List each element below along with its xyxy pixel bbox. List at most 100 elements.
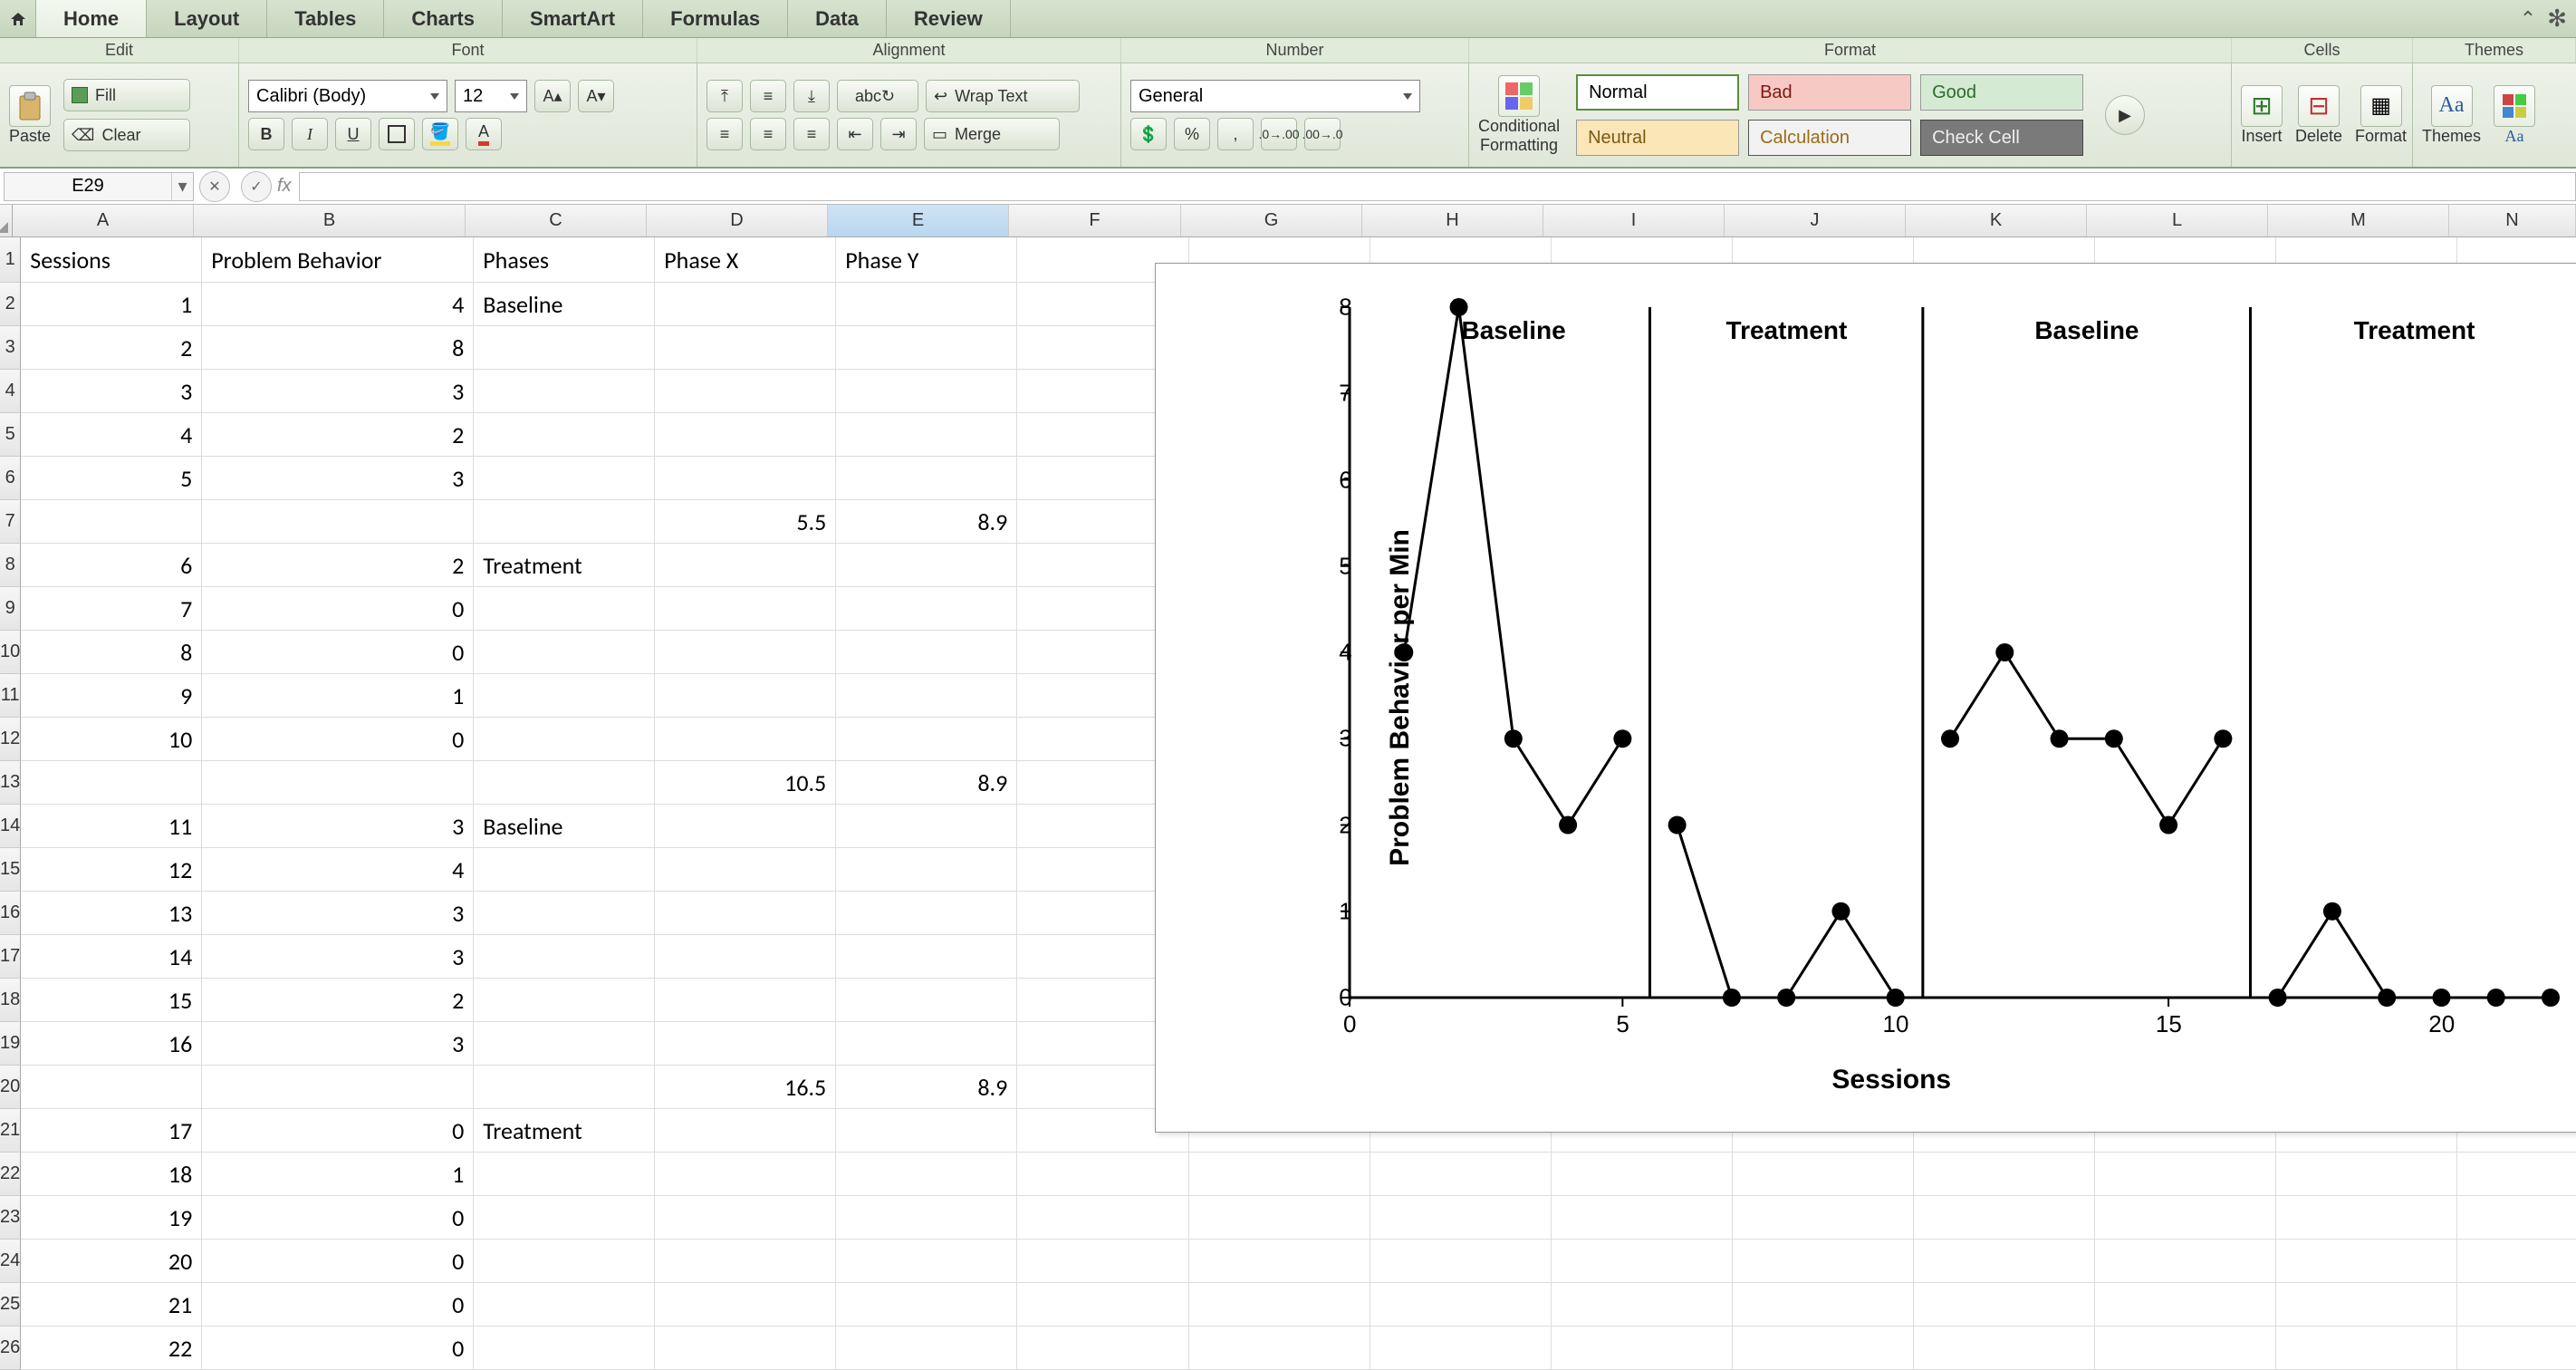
cell[interactable] — [836, 587, 1017, 631]
cell[interactable]: 7 — [21, 587, 202, 631]
cell[interactable] — [655, 935, 836, 979]
cell[interactable] — [474, 326, 655, 370]
cell[interactable]: 0 — [202, 631, 474, 674]
cell[interactable] — [1733, 1283, 1914, 1327]
cell[interactable]: 0 — [202, 1196, 474, 1240]
cell[interactable]: 13 — [21, 892, 202, 935]
cell[interactable] — [655, 544, 836, 587]
cell[interactable] — [474, 370, 655, 413]
cell[interactable]: 8.9 — [836, 500, 1017, 544]
cell[interactable]: Treatment — [474, 544, 655, 587]
style-bad[interactable]: Bad — [1748, 74, 1911, 111]
cell[interactable] — [474, 500, 655, 544]
embedded-chart[interactable]: Problem Behavior per Min Sessions 012345… — [1155, 263, 2576, 1133]
cell[interactable] — [836, 1153, 1017, 1196]
cell[interactable] — [2276, 1153, 2457, 1196]
select-all-corner[interactable] — [0, 205, 13, 236]
cell[interactable]: 3 — [202, 935, 474, 979]
cell[interactable] — [474, 761, 655, 805]
cell[interactable]: 6 — [21, 544, 202, 587]
cell[interactable] — [836, 413, 1017, 457]
cell[interactable] — [836, 544, 1017, 587]
cell[interactable] — [474, 718, 655, 761]
cell[interactable] — [2457, 1283, 2576, 1327]
cell[interactable] — [474, 1022, 655, 1066]
cell[interactable] — [836, 892, 1017, 935]
format-cells-button[interactable]: ▦ — [2360, 85, 2402, 127]
row-header[interactable]: 3 — [0, 326, 21, 370]
cell[interactable] — [836, 631, 1017, 674]
cell[interactable]: Phase X — [655, 237, 836, 283]
tab-tables[interactable]: Tables — [267, 0, 384, 37]
cell[interactable] — [2276, 1196, 2457, 1240]
cell[interactable]: 3 — [202, 457, 474, 500]
cell[interactable] — [21, 1066, 202, 1109]
cell[interactable] — [2095, 1240, 2276, 1283]
cell[interactable] — [836, 718, 1017, 761]
cell[interactable] — [2457, 1196, 2576, 1240]
name-box-dropdown[interactable]: ▾ — [171, 173, 193, 200]
currency-button[interactable]: 💲 — [1130, 118, 1167, 150]
column-header-A[interactable]: A — [13, 205, 194, 236]
row-header[interactable]: 18 — [0, 979, 21, 1022]
column-header-M[interactable]: M — [2268, 205, 2449, 236]
ribbon-collapse-button[interactable]: ⌃ — [2520, 7, 2536, 31]
cell[interactable] — [474, 1196, 655, 1240]
cell[interactable]: 2 — [21, 326, 202, 370]
cell[interactable] — [1552, 1283, 1733, 1327]
cell[interactable]: Baseline — [474, 805, 655, 848]
cell[interactable]: 20 — [21, 1240, 202, 1283]
cell[interactable]: 16 — [21, 1022, 202, 1066]
style-normal[interactable]: Normal — [1576, 74, 1739, 111]
column-header-L[interactable]: L — [2087, 205, 2268, 236]
cell[interactable]: 16.5 — [655, 1066, 836, 1109]
comma-button[interactable]: , — [1217, 118, 1254, 150]
cell[interactable] — [655, 805, 836, 848]
cell[interactable]: 17 — [21, 1109, 202, 1153]
cell[interactable] — [655, 848, 836, 892]
align-bottom-button[interactable]: ⤓ — [793, 80, 830, 112]
cell[interactable] — [836, 283, 1017, 326]
row-header[interactable]: 11 — [0, 674, 21, 718]
percent-button[interactable]: % — [1174, 118, 1210, 150]
grow-font-button[interactable]: A▴ — [534, 80, 571, 112]
align-middle-button[interactable]: ≡ — [750, 80, 786, 112]
cell[interactable] — [2457, 1240, 2576, 1283]
column-header-C[interactable]: C — [466, 205, 647, 236]
cell[interactable] — [474, 1240, 655, 1283]
cell[interactable]: 2 — [202, 413, 474, 457]
cell[interactable] — [836, 370, 1017, 413]
row-header[interactable]: 12 — [0, 718, 21, 761]
column-header-B[interactable]: B — [194, 205, 466, 236]
indent-left-button[interactable]: ⇤ — [837, 118, 873, 150]
row-header[interactable]: 16 — [0, 892, 21, 935]
column-header-N[interactable]: N — [2449, 205, 2576, 236]
clear-button[interactable]: ⌫ Clear — [63, 119, 190, 151]
cell[interactable] — [836, 805, 1017, 848]
row-header[interactable]: 14 — [0, 805, 21, 848]
row-header[interactable]: 6 — [0, 457, 21, 500]
name-box[interactable]: E29 ▾ — [4, 172, 194, 201]
tab-formulas[interactable]: Formulas — [643, 0, 788, 37]
cell[interactable] — [474, 674, 655, 718]
cell[interactable] — [1733, 1327, 1914, 1370]
row-header[interactable]: 20 — [0, 1066, 21, 1109]
row-header[interactable]: 8 — [0, 544, 21, 587]
cell[interactable] — [836, 979, 1017, 1022]
cell[interactable] — [2095, 1283, 2276, 1327]
cell[interactable] — [1914, 1240, 2095, 1283]
cell[interactable] — [655, 457, 836, 500]
column-header-K[interactable]: K — [1906, 205, 2087, 236]
cell[interactable] — [202, 1066, 474, 1109]
cell[interactable] — [202, 761, 474, 805]
merge-button[interactable]: ▭ Merge — [924, 118, 1060, 150]
column-header-F[interactable]: F — [1009, 205, 1181, 236]
shrink-font-button[interactable]: A▾ — [578, 80, 614, 112]
underline-button[interactable]: U — [335, 118, 371, 150]
cell[interactable] — [1914, 1327, 2095, 1370]
cell[interactable]: 22 — [21, 1327, 202, 1370]
cell[interactable] — [1189, 1240, 1370, 1283]
align-center-button[interactable]: ≡ — [750, 118, 786, 150]
column-header-H[interactable]: H — [1362, 205, 1543, 236]
theme-colors-button[interactable] — [2494, 85, 2535, 127]
